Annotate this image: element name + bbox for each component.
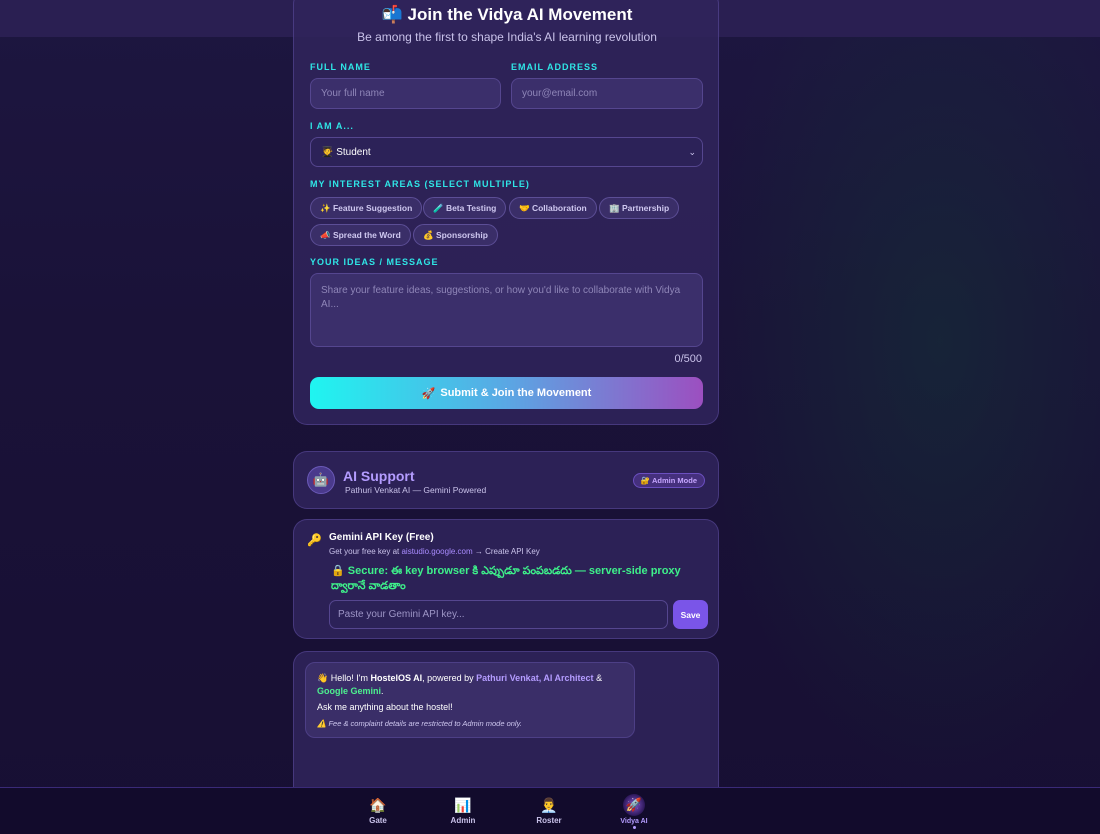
api-key-hint: Get your free key at aistudio.google.com… (329, 547, 540, 556)
nav-label-vidya-ai: Vidya AI (620, 818, 648, 825)
period: . (381, 686, 384, 696)
nav-item-admin[interactable]: 📊 Admin (433, 796, 493, 825)
admin-mode-badge[interactable]: 🔐 Admin Mode (632, 473, 705, 488)
role-selected-value: 🧑‍🎓 Student (321, 146, 371, 158)
nav-item-roster[interactable]: 👨‍💼 Roster (519, 796, 579, 825)
nav-label-gate: Gate (369, 816, 387, 825)
form-subtitle: Be among the first to shape India's AI l… (357, 30, 657, 44)
chip-spread-the-word[interactable]: 📣 Spread the Word (310, 224, 411, 246)
submit-button[interactable]: 🚀 Submit & Join the Movement (310, 377, 703, 409)
admin-warning: ⚠️ Fee & complaint details are restricte… (317, 717, 623, 730)
warning-text: Fee & complaint details are restricted t… (328, 719, 522, 728)
message-label: YOUR IDEAS / MESSAGE (310, 257, 439, 267)
chevron-down-icon: ⌄ (688, 146, 696, 157)
chip-beta-testing[interactable]: 🧪 Beta Testing (423, 197, 507, 219)
support-title: AI Support (343, 468, 415, 484)
full-name-label: FULL NAME (310, 62, 371, 72)
chat-message-bubble: 👋 Hello! I'm HostelOS AI, powered by Pat… (305, 662, 635, 738)
secure-note: 🔒 Secure: ఈ key browser కి ఎప్పుడూ పంపబడ… (331, 565, 681, 592)
chip-collaboration[interactable]: 🤝 Collaboration (509, 197, 597, 219)
message-textarea[interactable] (310, 273, 703, 347)
rocket-icon: 🚀 (421, 387, 436, 400)
greeting-prefix: Hello! I'm (328, 673, 371, 683)
robot-icon: 🤖 (307, 466, 335, 494)
email-label: EMAIL ADDRESS (511, 62, 599, 72)
background-glow (700, 37, 1100, 797)
chip-partnership[interactable]: 🏢 Partnership (599, 197, 680, 219)
email-input[interactable] (511, 78, 703, 109)
ai-support-header: 🤖 AI Support Pathuri Venkat AI — Gemini … (293, 451, 719, 509)
ampersand: & (593, 673, 603, 683)
full-name-input[interactable] (310, 78, 501, 109)
submit-button-label: Submit & Join the Movement (440, 387, 592, 399)
support-subtitle: Pathuri Venkat AI — Gemini Powered (345, 485, 487, 495)
powered-by-text: , powered by (422, 673, 477, 683)
author-role: AI Architect (543, 673, 594, 683)
api-hint-suffix: → Create API Key (472, 547, 540, 556)
person-icon: 👨‍💼 (540, 797, 558, 813)
mailbox-icon: 📬 (381, 5, 403, 24)
bar-chart-icon: 📊 (454, 797, 472, 813)
author-name: Pathuri Venkat (476, 673, 539, 683)
role-label: I AM A... (310, 121, 354, 131)
api-key-input[interactable] (329, 600, 668, 629)
bot-name: HostelOS AI (370, 673, 423, 683)
nav-item-vidya-ai[interactable]: 🚀 Vidya AI (604, 794, 664, 829)
nav-label-roster: Roster (536, 816, 562, 825)
engine-name: Google Gemini (317, 686, 382, 696)
form-title: 📬 Join the Vidya AI Movement (294, 5, 720, 25)
greeting-line: 👋 Hello! I'm HostelOS AI, powered by Pat… (317, 672, 623, 698)
active-indicator-dot (632, 826, 636, 829)
warning-icon: ⚠️ (317, 719, 327, 728)
join-form-card: 📬 Join the Vidya AI Movement Be among th… (293, 0, 719, 425)
api-hint-prefix: Get your free key at (329, 547, 402, 556)
api-key-title: Gemini API Key (Free) (329, 532, 434, 543)
nav-label-admin: Admin (450, 816, 476, 825)
character-counter: 0/500 (674, 353, 702, 365)
key-icon: 🔑 (307, 533, 322, 547)
form-title-text: Join the Vidya AI Movement (407, 5, 633, 24)
save-button[interactable]: Save (673, 600, 708, 629)
aistudio-link[interactable]: aistudio.google.com (401, 547, 472, 556)
ask-line: Ask me anything about the hostel! (317, 702, 453, 712)
house-icon: 🏠 (369, 797, 387, 813)
chip-feature-suggestion[interactable]: ✨ Feature Suggestion (310, 197, 423, 219)
nav-item-gate[interactable]: 🏠 Gate (348, 796, 408, 825)
interests-label: MY INTEREST AREAS (SELECT MULTIPLE) (310, 179, 530, 189)
chip-sponsorship[interactable]: 💰 Sponsorship (413, 224, 498, 246)
role-select[interactable]: 🧑‍🎓 Student ⌄ (310, 137, 703, 167)
wave-icon: 👋 (317, 673, 329, 683)
bottom-navigation: 🏠 Gate 📊 Admin 👨‍💼 Roster 🚀 Vidya AI (0, 787, 1100, 834)
api-key-card: 🔑 Gemini API Key (Free) Get your free ke… (293, 519, 719, 639)
rocket-icon: 🚀 (623, 794, 645, 816)
